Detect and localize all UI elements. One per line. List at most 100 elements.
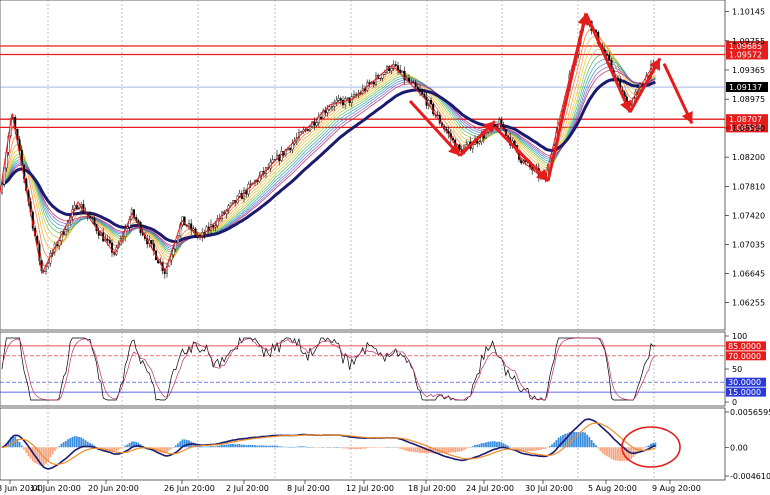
osc-tick-label: 50	[732, 365, 742, 374]
macd-bar	[606, 447, 608, 457]
macd-bar	[284, 446, 287, 448]
candle-body	[45, 266, 48, 272]
macd-bar	[381, 447, 384, 448]
macd-bar	[397, 447, 399, 448]
macd-bar	[647, 445, 650, 448]
macd-bar	[553, 442, 556, 448]
candle-body	[335, 100, 338, 103]
candle-body	[416, 86, 419, 90]
time-axis[interactable]: 13 Jun 20:0014 Jun 20:0020 Jun 20:0026 J…	[0, 480, 701, 493]
macd-bar	[575, 432, 578, 448]
macd-bar	[295, 446, 298, 448]
macd-bar	[581, 432, 584, 448]
candle-body	[630, 104, 633, 106]
level-tag-label: 1.09572	[729, 50, 762, 59]
macd-bar	[170, 447, 173, 449]
macd-bar	[526, 447, 529, 451]
price-tick-label: 1.07035	[732, 240, 765, 249]
price-tick-label: 1.07810	[732, 182, 765, 191]
macd-bar	[533, 447, 536, 451]
macd-bar	[20, 445, 23, 448]
candle-body	[315, 122, 318, 126]
macd-bar	[185, 439, 188, 448]
macd-bar	[595, 445, 597, 448]
macd-bar	[210, 446, 212, 448]
candle-body	[430, 100, 433, 105]
candle-body	[353, 94, 356, 97]
candle-body	[346, 97, 349, 99]
macd-bar	[216, 445, 219, 448]
macd-bar	[392, 447, 395, 448]
osc-tick-label: 0	[732, 398, 737, 407]
candle-body	[58, 240, 61, 246]
price-tick-label: 1.08975	[732, 95, 765, 104]
macd-bar	[540, 447, 542, 450]
macd-bar	[551, 444, 553, 448]
macd-bar	[463, 447, 465, 451]
candle-body	[289, 147, 292, 150]
macd-bar	[335, 447, 338, 448]
macd-bar	[546, 447, 549, 448]
price-tick-label: 1.09365	[732, 66, 765, 75]
macd-bar	[500, 442, 503, 448]
macd-bar	[51, 447, 54, 455]
macd-bar	[588, 436, 591, 448]
macd-bar	[498, 441, 501, 448]
macd-bar	[456, 447, 459, 452]
macd-bar	[166, 447, 168, 453]
chart-canvas: 1.096851.095721.087071.085981.09137 1.10…	[0, 0, 770, 493]
candle-body	[300, 131, 303, 133]
candle-body	[176, 235, 179, 243]
time-tick-label: 12 Jul 20:00	[346, 484, 394, 493]
macd-bar	[537, 447, 540, 451]
macd-bar	[306, 447, 309, 448]
price-tick-label: 1.08200	[732, 153, 765, 162]
macd-bar	[454, 447, 457, 453]
macd-bar	[313, 447, 316, 448]
macd-bar	[447, 447, 450, 453]
macd-bar	[467, 447, 470, 448]
time-tick-label: 20 Jun 20:00	[88, 484, 139, 493]
candle-body	[256, 180, 259, 182]
macd-bar	[25, 447, 28, 454]
macd-bar	[599, 447, 602, 452]
macd-bar	[18, 441, 21, 448]
macd-bar	[225, 444, 228, 448]
time-tick-label: 9 Aug 20:00	[652, 484, 701, 493]
candle-body	[478, 141, 481, 144]
macd-bar	[375, 447, 377, 448]
macd-bar	[346, 447, 349, 449]
macd-bar	[124, 445, 127, 448]
macd-bar	[291, 447, 294, 448]
macd-bar	[419, 447, 421, 453]
macd-bar	[119, 447, 122, 449]
macd-bar	[399, 447, 402, 449]
macd-bar	[509, 447, 512, 448]
price-tick-label: 1.06645	[732, 270, 765, 279]
candle-body	[150, 240, 153, 245]
macd-bar	[408, 447, 410, 452]
macd-bar	[586, 434, 589, 448]
macd-bar	[67, 439, 69, 448]
macd-bar	[251, 445, 254, 448]
macd-bar	[491, 441, 494, 448]
macd-bar	[531, 447, 534, 451]
candle-body	[423, 94, 426, 98]
candle-body	[306, 129, 309, 132]
macd-bar	[256, 445, 259, 448]
candle-body	[419, 89, 422, 93]
macd-bar	[23, 447, 25, 450]
macd-bar	[78, 436, 80, 448]
macd-bar	[355, 447, 358, 450]
macd-bar	[221, 444, 223, 448]
macd-bar	[476, 444, 479, 448]
macd-bar	[603, 447, 606, 456]
macd-bar	[337, 447, 340, 448]
macd-bar	[236, 444, 239, 448]
macd-bar	[608, 447, 611, 458]
macd-bar	[56, 447, 58, 449]
macd-bar	[27, 447, 30, 457]
macd-bar	[590, 440, 593, 448]
macd-bar	[60, 443, 63, 448]
macd-bar	[401, 447, 404, 450]
